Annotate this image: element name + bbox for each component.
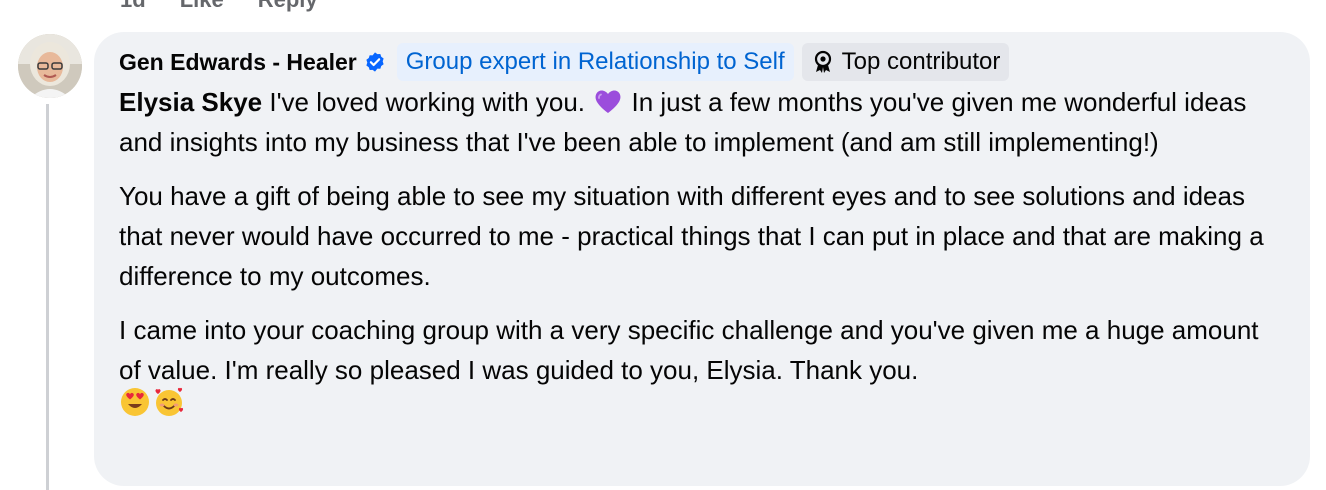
smiling-face-with-hearts-emoji-icon	[153, 386, 185, 418]
previous-comment-actions: 1d Like Reply	[120, 0, 318, 14]
paragraph-3: I came into your coaching group with a v…	[119, 310, 1286, 390]
purple-heart-emoji-icon	[592, 85, 624, 117]
author-name[interactable]: Gen Edwards - Healer	[119, 49, 357, 76]
reply-link[interactable]: Reply	[258, 0, 318, 14]
paragraph-1-text-a: I've loved working with you.	[262, 87, 593, 117]
mention-link[interactable]: Elysia Skye	[119, 87, 262, 117]
verified-badge-icon	[364, 51, 386, 73]
comment-bubble: Gen Edwards - Healer Group expert in Rel…	[94, 32, 1310, 486]
top-contributor-label: Top contributor	[841, 48, 1001, 75]
paragraph-2: You have a gift of being able to see my …	[119, 181, 1264, 291]
top-contributor-badge[interactable]: Top contributor	[801, 43, 1010, 81]
closing-emojis	[119, 386, 1286, 418]
avatar-image	[18, 34, 82, 98]
group-expert-badge[interactable]: Group expert in Relationship to Self	[396, 43, 794, 81]
avatar[interactable]	[18, 34, 82, 98]
comment-timestamp[interactable]: 1d	[120, 0, 146, 14]
like-link[interactable]: Like	[180, 0, 224, 14]
heart-eyes-emoji-icon	[119, 386, 151, 418]
comment-header: Gen Edwards - Healer Group expert in Rel…	[119, 43, 1286, 81]
paragraph-1: Elysia Skye I've loved working with you.…	[119, 82, 1286, 162]
paragraph-3-text: I came into your coaching group with a v…	[119, 315, 1259, 385]
medal-icon	[812, 50, 834, 74]
thread-line	[46, 104, 49, 490]
comment-body: Elysia Skye I've loved working with you.…	[119, 82, 1286, 418]
